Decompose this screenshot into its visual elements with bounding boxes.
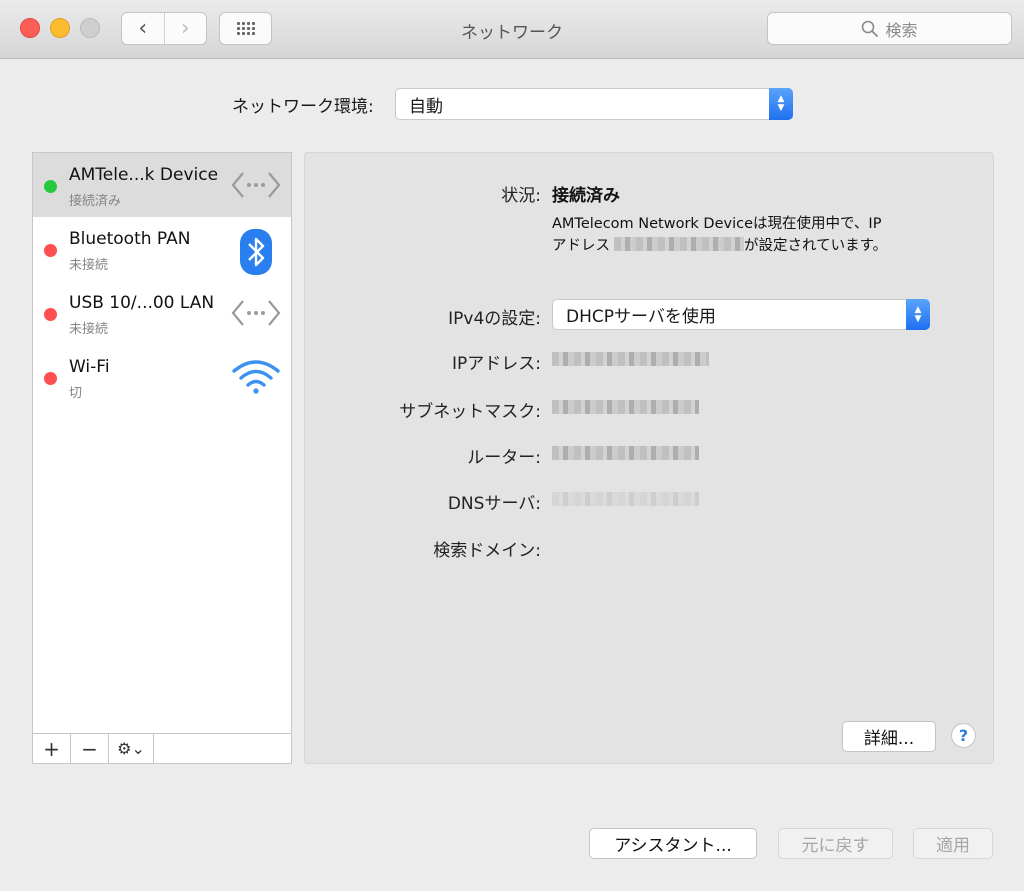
minus-icon: − [81,736,98,761]
service-status: 接続済み [69,194,122,209]
service-name: Wi-Fi [69,357,110,377]
service-actions-button[interactable]: ⚙︎⌄ [109,734,154,763]
service-item-usb-lan[interactable]: USB 10/...00 LAN 未接続 [33,281,291,345]
help-button[interactable]: ? [951,723,976,748]
ethernet-icon [231,295,281,331]
redacted-ip [614,237,744,251]
service-item-amtelecom[interactable]: AMTele...k Device 接続済み [33,153,291,217]
status-description: AMTelecom Network Deviceは現在使用中で、IP [552,216,882,232]
status-dot [44,180,57,193]
redacted-dns [552,492,699,506]
service-status: 切 [69,386,83,401]
service-name: USB 10/...00 LAN [69,293,215,313]
redacted-ip-address [552,352,709,366]
status-description-suffix: が設定されています。 [744,238,888,254]
apply-button[interactable]: 適用 [913,828,993,859]
assistant-button-label: アシスタント... [614,836,732,856]
redacted-subnet-mask [552,400,699,414]
bluetooth-icon [231,229,281,275]
ethernet-icon [231,167,281,203]
service-item-wifi[interactable]: Wi-Fi 切 [33,345,291,409]
gear-icon: ⚙︎⌄ [117,739,145,758]
ipv4-value: DHCPサーバを使用 [566,307,716,327]
add-service-button[interactable]: + [33,734,71,763]
assistant-button[interactable]: アシスタント... [589,828,757,859]
ip-address-label: IPアドレス: [452,354,541,374]
ipv4-label: IPv4の設定: [448,309,541,329]
remove-service-button[interactable]: − [71,734,109,763]
dns-server-label: DNSサーバ: [447,494,541,514]
ipv4-config-popup[interactable]: DHCPサーバを使用 ▲ ▼ [552,299,930,330]
service-list-toolbar: + − ⚙︎⌄ [33,733,291,763]
search-domain-label: 検索ドメイン: [433,541,541,561]
popup-arrows-icon: ▲ ▼ [769,88,793,120]
search-field[interactable]: 検索 [767,12,1012,45]
revert-button-label: 元に戻す [801,836,870,856]
status-value: 接続済み [552,186,620,206]
service-list: AMTele...k Device 接続済み Bluetooth PAN 未接続… [32,152,292,764]
location-value: 自動 [409,96,443,117]
advanced-button-label: 詳細... [863,729,915,749]
location-label: ネットワーク環境: [232,97,374,117]
wifi-icon [231,359,281,395]
advanced-button[interactable]: 詳細... [842,721,936,752]
status-dot [44,372,57,385]
subnet-mask-label: サブネットマスク: [399,402,541,422]
search-icon [862,20,879,37]
apply-button-label: 適用 [936,836,970,856]
service-status: 未接続 [69,258,109,273]
service-name: Bluetooth PAN [69,229,191,249]
search-placeholder: 検索 [885,20,918,40]
status-label: 状況: [501,186,541,206]
router-label: ルーター: [467,448,541,468]
status-dot [44,308,57,321]
help-icon: ? [958,726,969,745]
revert-button[interactable]: 元に戻す [778,828,893,859]
popup-arrows-icon: ▲ ▼ [906,299,930,330]
network-preferences-window: ‹ › ネットワーク 検索 ネットワーク環境: 自動 ▲ ▼ AMTele...k… [0,0,1024,891]
status-dot [44,244,57,257]
plus-icon: + [43,736,60,761]
service-status: 未接続 [69,322,109,337]
service-item-bluetooth-pan[interactable]: Bluetooth PAN 未接続 [33,217,291,281]
redacted-router [552,446,699,460]
status-description-prefix: アドレス [552,238,610,254]
service-name: AMTele...k Device [69,165,219,185]
location-popup[interactable]: 自動 ▲ ▼ [395,88,793,120]
title-bar: ‹ › ネットワーク 検索 [0,0,1024,59]
